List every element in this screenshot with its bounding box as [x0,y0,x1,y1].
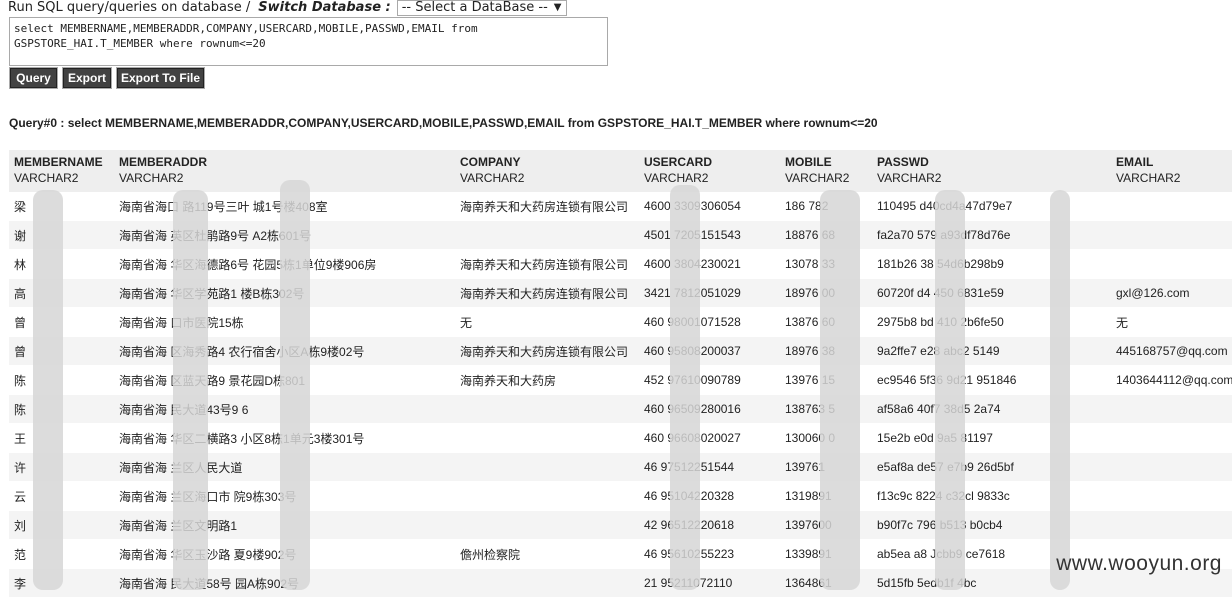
table-cell: af58a6 40f7 38d5 2a74 [872,394,1111,424]
table-cell [455,481,639,511]
table-cell: 9a2ffe7 e28 abc2 5149 [872,336,1111,366]
table-cell: 452 97610090789 [639,365,780,395]
table-cell: 儋州检察院 [455,539,639,569]
table-cell: 110495 d40cd4a47d79e7 [872,192,1111,221]
query-button[interactable]: Query [9,67,58,89]
table-cell [1111,423,1232,453]
run-sql-label: Run SQL query/queries on database / [8,0,251,15]
export-to-file-button[interactable]: Export To File [116,67,205,89]
table-cell: 海南养天和大药房连锁有限公司 [455,192,639,221]
column-header[interactable]: COMPANY VARCHAR2 [455,150,639,192]
table-cell: 无 [1111,307,1232,337]
switch-database-label: Switch Database : [258,0,391,15]
table-cell: 海南养天和大药房连锁有限公司 [455,278,639,308]
redaction-mark [820,190,860,590]
table-cell: 460 95808200037 [639,336,780,366]
table-cell: 2975b8 bd 410 2b6fe50 [872,307,1111,337]
column-header[interactable]: PASSWD VARCHAR2 [872,150,1111,192]
table-cell: 445168757@qq.com [1111,336,1232,366]
table-cell: 460 96608020027 [639,423,780,453]
redaction-mark [1050,190,1070,590]
table-cell: 181b26 38 54d6b298b9 [872,249,1111,279]
table-cell [1111,481,1232,511]
query-result-title: Query#0 : select MEMBERNAME,MEMBERADDR,C… [9,116,878,130]
table-cell: 1403644112@qq.com [1111,365,1232,395]
table-cell [455,568,639,598]
table-cell: 海南养天和大药房 [455,365,639,395]
export-button[interactable]: Export [62,67,112,89]
query-header: Run SQL query/queries on database / Swit… [8,0,567,16]
table-cell: 46 97512251544 [639,452,780,482]
table-cell: 3421 7812051029 [639,278,780,308]
table-cell: 46 95104220328 [639,481,780,511]
table-cell: 460 98001071528 [639,307,780,337]
table-cell: 15e2b e0d 9a5 81197 [872,423,1111,453]
table-cell [1111,510,1232,540]
table-cell: 海南养天和大药房连锁有限公司 [455,249,639,279]
database-select-value: -- Select a DataBase -- [401,0,548,15]
table-cell: 46 95610255223 [639,539,780,569]
redaction-mark [33,190,63,590]
table-cell: e5af8a de57 e7b9 26d5bf [872,452,1111,482]
watermark: www.wooyun.org [1056,552,1222,575]
table-cell: 4501 7205151543 [639,220,780,250]
table-cell [455,220,639,250]
table-cell [1111,452,1232,482]
table-cell: 42 96512220618 [639,510,780,540]
table-header-row: MEMBERNAME VARCHAR2 MEMBERADDR VARCHAR2 CO… [9,150,1232,192]
table-cell [455,423,639,453]
table-cell: fa2a70 579 a93df78d76e [872,220,1111,250]
table-cell [1111,220,1232,250]
table-cell: 460 96509280016 [639,394,780,424]
table-cell: 21 95211072110 [639,568,780,598]
redaction-mark [670,185,700,590]
table-cell [455,394,639,424]
redaction-mark [173,190,208,590]
table-cell: b90f7c 796 b513 b0cb4 [872,510,1111,540]
sql-query-input[interactable] [9,17,608,66]
table-cell [1111,394,1232,424]
table-cell [1111,192,1232,221]
table-cell [1111,249,1232,279]
column-header[interactable]: MEMBERNAME VARCHAR2 [9,150,114,192]
table-cell: gxl@126.com [1111,278,1232,308]
table-cell: 海南养天和大药房连锁有限公司 [455,336,639,366]
table-cell: f13c9c 8224 c32cl 9833c [872,481,1111,511]
dropdown-arrow-icon: ▼ [553,2,562,13]
table-cell [455,452,639,482]
redaction-mark [935,190,965,590]
table-cell: 4600 3309306054 [639,192,780,221]
table-cell: 60720f d4 450 6831e59 [872,278,1111,308]
table-cell: 无 [455,307,639,337]
table-cell: ec9546 5f36 9d21 951846 [872,365,1111,395]
column-header[interactable]: MOBILE VARCHAR2 [780,150,872,192]
column-header[interactable]: EMAIL VARCHAR2 [1111,150,1232,192]
table-cell: 4600 3804230021 [639,249,780,279]
redaction-mark [280,180,310,590]
database-select[interactable]: -- Select a DataBase -- ▼ [396,0,567,16]
column-header[interactable]: USERCARD VARCHAR2 [639,150,780,192]
table-cell [455,510,639,540]
